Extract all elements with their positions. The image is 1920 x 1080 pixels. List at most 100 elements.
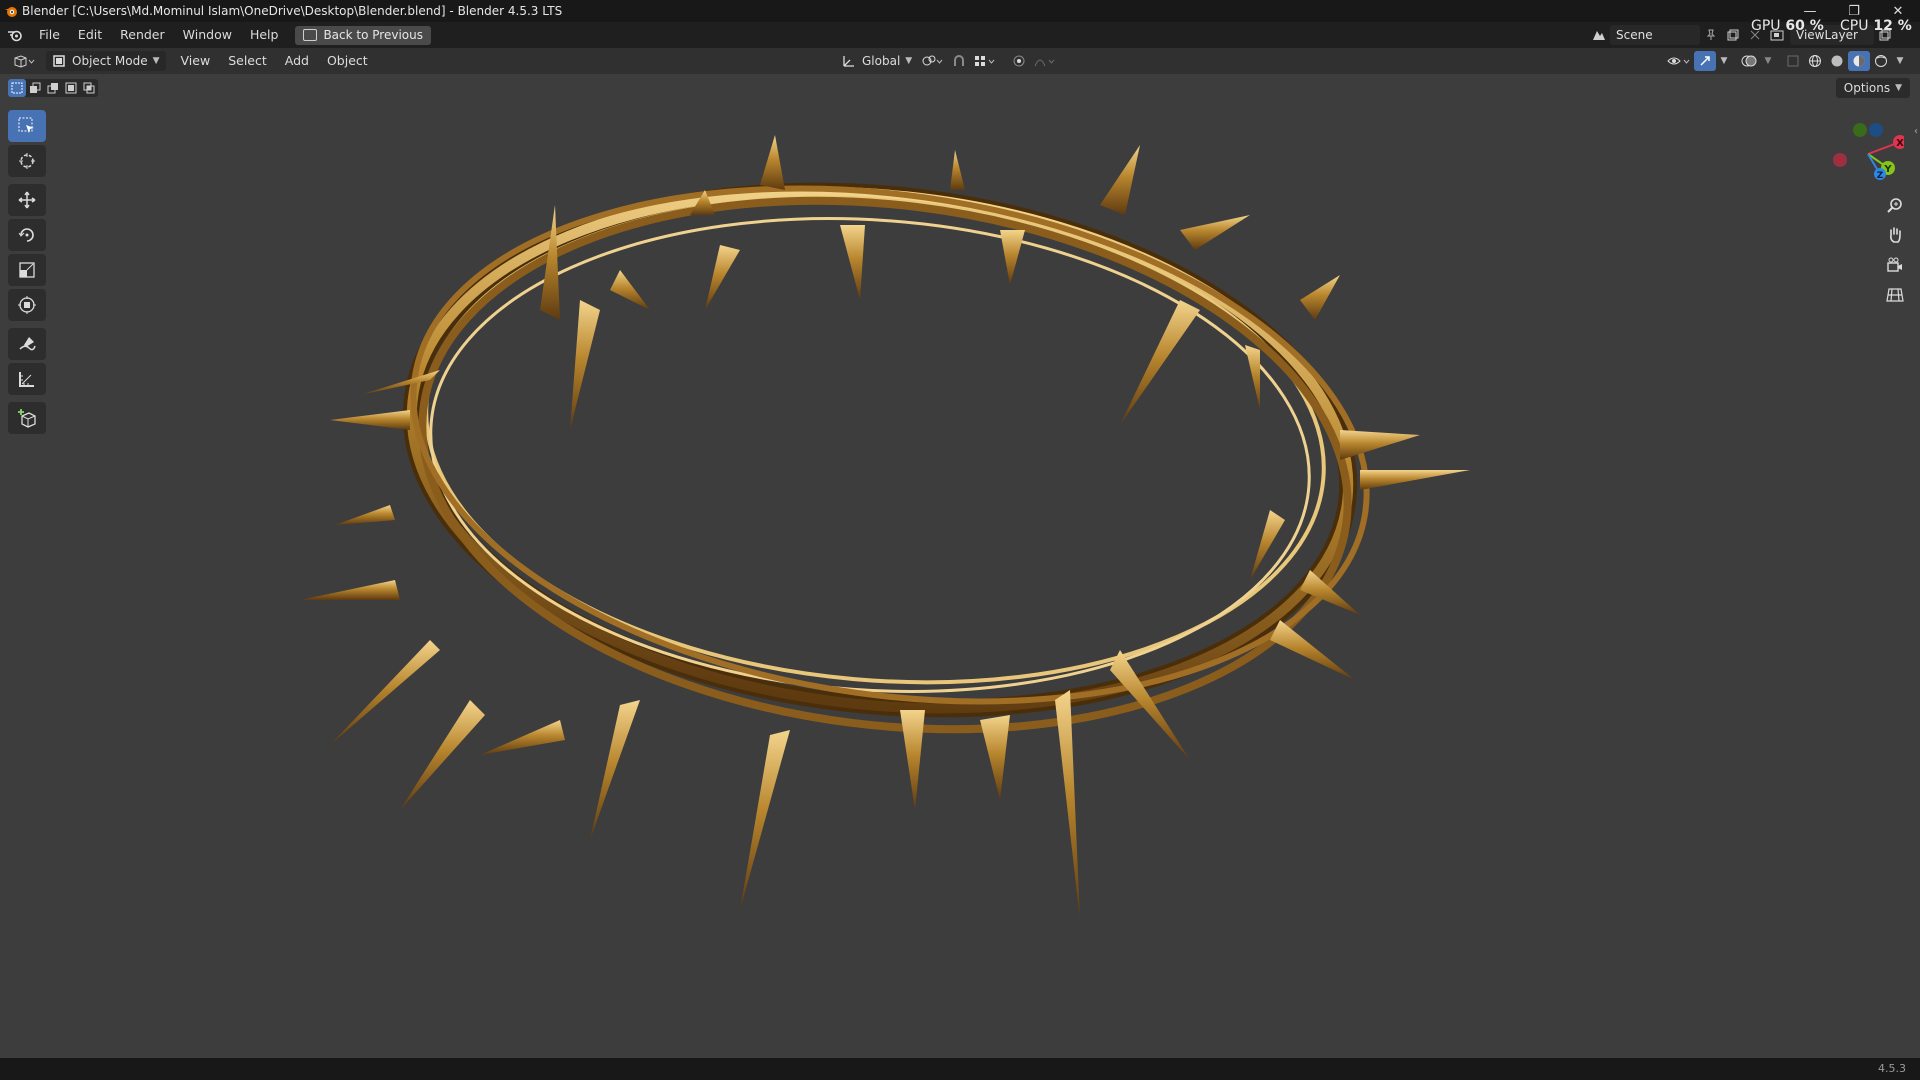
navigation-gizmo[interactable]: X Y Z	[1824, 116, 1907, 186]
crown-rings	[402, 182, 1370, 734]
chevron-down-icon: ▼	[905, 56, 913, 66]
sidebar-toggle-icon[interactable]: ‹	[1914, 126, 1918, 137]
rotate-icon	[18, 228, 34, 242]
menu-window[interactable]: Window	[174, 22, 241, 48]
gizmo-dropdown[interactable]: ▼	[1716, 51, 1732, 71]
camera-view-icon[interactable]	[1882, 252, 1908, 278]
object-mode-label: Object Mode	[72, 54, 148, 68]
select-subtract-icon[interactable]	[44, 79, 62, 97]
3d-viewport[interactable]	[0, 100, 1920, 1058]
menu-add[interactable]: Add	[276, 48, 318, 74]
chevron-down-icon: ▼	[1895, 83, 1902, 93]
scale-icon	[19, 262, 35, 278]
visibility-dropdown[interactable]	[1664, 51, 1694, 71]
rotate-tool[interactable]	[8, 219, 46, 251]
menu-view[interactable]: View	[172, 48, 220, 74]
select-new-icon[interactable]	[8, 79, 26, 97]
viewport-header: Object Mode ▼ View Select Add Object Glo…	[0, 48, 1920, 74]
pin-icon[interactable]	[1700, 25, 1722, 45]
solid-shading-icon[interactable]	[1826, 51, 1848, 71]
menu-help[interactable]: Help	[241, 22, 288, 48]
blender-version: 4.5.3	[1878, 1062, 1906, 1075]
editor-type-dropdown[interactable]	[10, 51, 38, 71]
menu-select[interactable]: Select	[219, 48, 276, 74]
menu-edit[interactable]: Edit	[69, 22, 111, 48]
crown-of-thorns-model	[300, 135, 1470, 920]
neg-x-axis-handle[interactable]	[1833, 153, 1847, 167]
tool-shelf	[8, 110, 46, 437]
cpu-value: 12 %	[1873, 18, 1912, 34]
select-box-icon	[18, 117, 34, 133]
navigation-controls	[1882, 192, 1908, 312]
menu-render[interactable]: Render	[111, 22, 174, 48]
transform-controls: Global ▼	[836, 51, 1060, 71]
menu-file[interactable]: File	[30, 22, 69, 48]
orientation-dropdown[interactable]: Global ▼	[836, 51, 918, 71]
options-dropdown[interactable]: Options ▼	[1835, 78, 1910, 98]
snap-toggle-icon[interactable]	[948, 51, 970, 71]
overlays-dropdown[interactable]: ▼	[1760, 51, 1776, 71]
snap-target-dropdown[interactable]	[970, 51, 1000, 71]
shading-dropdown[interactable]: ▼	[1892, 51, 1908, 71]
gizmo-toggle-icon[interactable]	[1694, 51, 1716, 71]
pan-hand-icon[interactable]	[1882, 222, 1908, 248]
blender-menu-icon[interactable]	[0, 22, 30, 48]
annotate-icon	[19, 337, 36, 351]
add-cube-icon	[18, 409, 36, 428]
xray-toggle-icon[interactable]	[1782, 51, 1804, 71]
zoom-icon[interactable]	[1882, 192, 1908, 218]
title-bar: Blender [C:\Users\Md.Mominul Islam\OneDr…	[0, 0, 1920, 22]
add-cube-tool[interactable]	[8, 402, 46, 434]
neg-y-axis-handle[interactable]	[1853, 123, 1867, 137]
object-mode-icon	[53, 55, 65, 67]
selection-mode-group	[8, 79, 98, 97]
z-axis-label: Z	[1877, 171, 1884, 181]
scale-tool[interactable]	[8, 254, 46, 286]
material-preview-shading-icon[interactable]	[1848, 51, 1870, 71]
move-icon	[18, 191, 36, 209]
gpu-label: GPU	[1751, 18, 1781, 34]
cursor-tool[interactable]	[8, 145, 46, 177]
pivot-point-dropdown[interactable]	[918, 51, 948, 71]
blender-logo-icon	[0, 0, 22, 22]
orientation-icon	[843, 56, 854, 67]
proportional-edit-icon[interactable]	[1008, 51, 1030, 71]
transform-icon	[18, 296, 36, 314]
back-to-previous-label: Back to Previous	[323, 28, 423, 42]
gpu-usage: GPU 60 %	[1751, 18, 1824, 34]
move-tool[interactable]	[8, 184, 46, 216]
select-intersect-icon[interactable]	[80, 79, 98, 97]
y-axis-label: Y	[1883, 164, 1892, 175]
annotate-tool[interactable]	[8, 328, 46, 360]
chevron-down-icon: ▼	[152, 56, 160, 66]
status-bar: 4.5.3	[0, 1058, 1920, 1080]
wireframe-shading-icon[interactable]	[1804, 51, 1826, 71]
scene-icon[interactable]	[1588, 25, 1610, 45]
perspective-toggle-icon[interactable]	[1882, 282, 1908, 308]
overlays-toggle-icon[interactable]	[1738, 51, 1760, 71]
scene-name-field[interactable]: Scene	[1610, 25, 1700, 45]
rendered-shading-icon[interactable]	[1870, 51, 1892, 71]
scene-name: Scene	[1616, 28, 1653, 42]
options-label: Options	[1843, 81, 1891, 95]
viewport-display-controls: ▼ ▼ ▼	[1664, 51, 1908, 71]
new-scene-icon[interactable]	[1722, 25, 1744, 45]
cpu-label: CPU	[1840, 18, 1869, 34]
object-mode-dropdown[interactable]: Object Mode ▼	[46, 51, 166, 71]
select-box-tool[interactable]	[8, 110, 46, 142]
transform-tool[interactable]	[8, 289, 46, 321]
gpu-value: 60 %	[1785, 18, 1824, 34]
measure-icon	[19, 372, 34, 387]
x-axis-label: X	[1896, 138, 1904, 149]
measure-tool[interactable]	[8, 363, 46, 395]
select-invert-icon[interactable]	[62, 79, 80, 97]
cpu-usage: CPU 12 %	[1840, 18, 1912, 34]
screen-icon	[303, 29, 318, 41]
orientation-label: Global	[862, 54, 901, 68]
neg-z-axis-handle[interactable]	[1869, 123, 1883, 137]
select-extend-icon[interactable]	[26, 79, 44, 97]
menu-object[interactable]: Object	[318, 48, 377, 74]
falloff-dropdown[interactable]	[1030, 51, 1060, 71]
cursor-icon	[19, 153, 35, 169]
back-to-previous-button[interactable]: Back to Previous	[295, 25, 431, 45]
